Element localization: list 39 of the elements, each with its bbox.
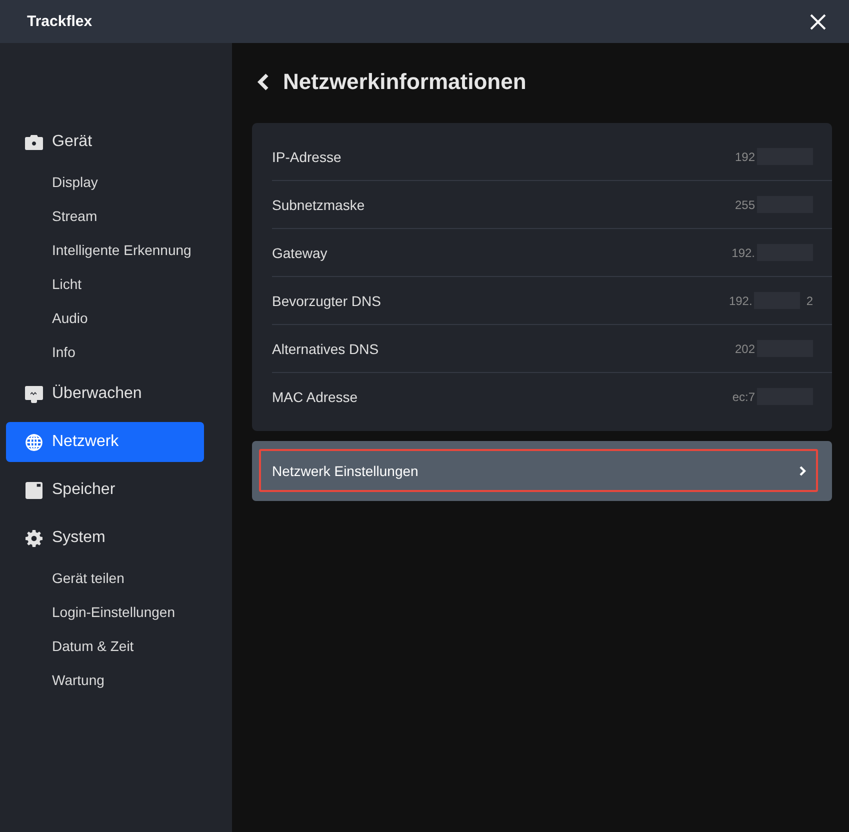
info-label: Subnetzmaske [272,196,365,212]
info-value: ec:7 [732,390,755,404]
nav-subitem[interactable]: Wartung [52,663,104,697]
info-label: Bevorzugter DNS [272,292,381,308]
nav-item[interactable]: Netzwerk [6,422,204,462]
globe-icon [25,434,43,450]
close-icon[interactable] [810,14,826,30]
nav-item[interactable]: System [6,518,204,558]
nav-subitem[interactable]: Datum & Zeit [52,629,134,663]
info-label: Alternatives DNS [272,340,379,356]
info-value: 192 [734,150,755,164]
nav-subitem[interactable]: Login-Einstellungen [52,595,175,629]
camera-icon [25,134,43,150]
back-icon[interactable] [257,73,269,91]
monitor-icon [25,386,43,402]
nav-item[interactable]: Gerät [6,122,204,162]
storage-icon [25,482,43,498]
chevron-right-icon [799,466,806,476]
nav-subitem[interactable]: Licht [52,267,82,301]
network-settings-link[interactable]: Netzwerk Einstellungen [259,449,818,492]
nav-subitem[interactable]: Audio [52,301,88,335]
nav-subitem[interactable]: Display [52,165,98,199]
nav-subitem[interactable]: Info [52,335,76,369]
info-value: 2 [806,294,813,308]
nav-subitem[interactable]: Gerät teilen [52,561,124,595]
gear-icon [25,530,43,546]
info-value: 192. [728,294,752,308]
window-title: Trackflex [27,13,92,30]
nav-item[interactable]: Überwachen [6,374,204,414]
info-value: 202 [734,342,755,356]
nav-subitem[interactable]: Intelligente Erkennung [52,233,192,267]
info-label: Gateway [272,244,328,260]
info-value: 255 [734,198,755,212]
info-value: 192. [732,246,755,260]
page-title: Netzwerkinformationen [283,68,526,96]
info-label: MAC Adresse [272,388,358,404]
info-label: IP-Adresse [272,148,342,164]
nav-item[interactable]: Speicher [6,470,204,510]
nav-subitem[interactable]: Stream [52,199,98,233]
